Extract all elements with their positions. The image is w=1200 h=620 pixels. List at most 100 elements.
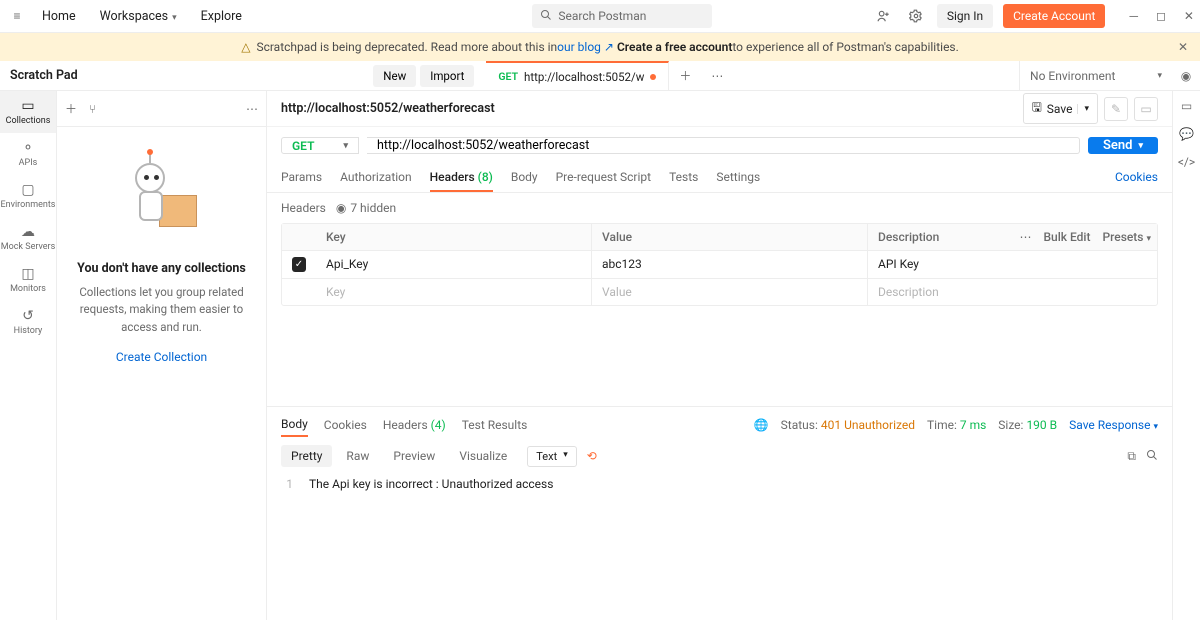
tab-headers[interactable]: Headers (8) <box>430 164 493 192</box>
create-account-button[interactable]: Create Account <box>1003 4 1105 28</box>
table-header-row: Key Value Description ⋯ Bulk Edit Preset… <box>282 224 1157 251</box>
header-desc-placeholder[interactable]: Description <box>868 279 1157 305</box>
rail-monitors[interactable]: ◫Monitors <box>0 259 56 301</box>
tab-settings[interactable]: Settings <box>716 164 760 192</box>
headers-table: Key Value Description ⋯ Bulk Edit Preset… <box>281 223 1158 306</box>
request-name: http://localhost:5052/weatherforecast <box>281 101 495 116</box>
copy-icon[interactable]: ⧉ <box>1127 449 1136 464</box>
save-response-button[interactable]: Save Response ▾ <box>1069 418 1158 432</box>
header-key[interactable]: Api_Key <box>316 251 592 278</box>
nav-workspaces[interactable]: Workspaces <box>90 5 187 28</box>
comments-rail-icon[interactable]: 💬 <box>1179 127 1194 141</box>
work-area: http://localhost:5052/weatherforecast 🖫S… <box>267 91 1172 620</box>
code-icon[interactable]: </> <box>1178 155 1195 169</box>
row-more-icon[interactable]: ⋯ <box>1019 230 1031 244</box>
settings-icon[interactable] <box>905 5 927 27</box>
import-button[interactable]: Import <box>420 65 474 87</box>
resp-tab-headers[interactable]: Headers (4) <box>383 414 446 436</box>
save-icon: 🖫 <box>1032 98 1042 119</box>
table-row-new[interactable]: Key Value Description <box>282 279 1157 305</box>
invite-icon[interactable] <box>873 5 895 27</box>
environment-select[interactable]: No Environment ▾ <box>1019 61 1172 91</box>
tab-authorization[interactable]: Authorization <box>340 164 412 192</box>
monitors-icon: ◫ <box>21 266 34 282</box>
search-placeholder: Search Postman <box>558 9 646 23</box>
scratch-pad-title: Scratch Pad <box>0 68 88 83</box>
table-row[interactable]: ✓ Api_Key abc123 API Key <box>282 251 1157 279</box>
tab-tests[interactable]: Tests <box>669 164 698 192</box>
side-panel: ＋ ⑂ ⋯ You don't have any collections Col… <box>57 91 267 620</box>
banner-text-post: to experience all of Postman's capabilit… <box>732 40 958 54</box>
environment-label: No Environment <box>1030 69 1115 83</box>
request-tab[interactable]: GET http://localhost:5052/w <box>486 61 669 91</box>
view-visualize[interactable]: Visualize <box>449 445 517 467</box>
minimize-icon[interactable]: ─ <box>1129 9 1138 23</box>
hidden-headers-toggle[interactable]: ◉7 hidden <box>336 201 396 215</box>
col-key: Key <box>316 224 592 250</box>
nav-explore[interactable]: Explore <box>191 5 252 28</box>
comments-icon[interactable]: ▭ <box>1134 97 1158 121</box>
send-button[interactable]: Send▾ <box>1088 137 1158 154</box>
banner-blog-link[interactable]: our blog ↗ <box>557 40 614 54</box>
presets-button[interactable]: Presets ▾ <box>1102 230 1151 244</box>
add-icon[interactable]: ＋ <box>65 100 77 117</box>
env-quicklook-icon[interactable]: ◉ <box>1172 69 1200 83</box>
header-value-placeholder[interactable]: Value <box>592 279 868 305</box>
format-select[interactable]: Text▾ <box>527 446 576 467</box>
new-button[interactable]: New <box>373 65 416 87</box>
search-response-icon[interactable] <box>1146 449 1158 464</box>
row-checkbox[interactable]: ✓ <box>292 257 306 272</box>
resp-tab-cookies[interactable]: Cookies <box>324 414 367 436</box>
view-pretty[interactable]: Pretty <box>281 445 332 467</box>
cookies-link[interactable]: Cookies <box>1115 170 1158 184</box>
network-icon[interactable]: 🌐 <box>754 418 769 432</box>
rail-mock[interactable]: ☁Mock Servers <box>0 217 56 259</box>
apis-icon: ⚬ <box>22 140 34 156</box>
resp-tab-body[interactable]: Body <box>281 413 308 437</box>
maximize-icon[interactable]: ◻ <box>1156 9 1166 23</box>
more-icon[interactable]: ⋯ <box>246 102 258 116</box>
filter-icon[interactable]: ⑂ <box>89 102 96 116</box>
header-value[interactable]: abc123 <box>592 251 868 278</box>
tab-method: GET <box>498 70 518 83</box>
banner-close-icon[interactable]: ✕ <box>1178 40 1188 54</box>
hamburger-icon[interactable]: ≡ <box>6 9 28 23</box>
tab-params[interactable]: Params <box>281 164 322 192</box>
chevron-down-icon: ▾ <box>1138 141 1143 151</box>
rail-collections[interactable]: ▭Collections <box>0 91 56 133</box>
view-raw[interactable]: Raw <box>336 445 379 467</box>
headers-label: Headers <box>281 201 326 215</box>
banner-text-pre: Scratchpad is being deprecated. Read mor… <box>256 40 557 54</box>
rail-history[interactable]: ↺History <box>0 301 56 343</box>
method-select[interactable]: GET▾ <box>281 137 359 154</box>
create-collection-button[interactable]: Create Collection <box>116 350 207 364</box>
nav-home[interactable]: Home <box>32 5 86 28</box>
new-tab-button[interactable]: ＋ <box>669 67 701 84</box>
topbar-right: Sign In Create Account ─ ◻ ✕ <box>873 4 1194 28</box>
sub-bar: Scratch Pad New Import GET http://localh… <box>0 61 1200 91</box>
rail-environments[interactable]: ▢Environments <box>0 175 56 217</box>
close-icon[interactable]: ✕ <box>1184 9 1194 23</box>
bulk-edit-button[interactable]: Bulk Edit <box>1043 230 1090 244</box>
banner-create-link[interactable]: Create a free account <box>617 40 732 54</box>
empty-desc: Collections let you group related reques… <box>73 284 250 336</box>
share-icon[interactable]: ✎ <box>1104 97 1128 121</box>
search-input[interactable]: Search Postman <box>532 4 712 28</box>
tab-actions-icon[interactable]: ⋯ <box>701 69 733 83</box>
header-desc[interactable]: API Key <box>868 251 1157 278</box>
chevron-down-icon[interactable]: ▾ <box>1077 104 1089 114</box>
col-value: Value <box>592 224 868 250</box>
sign-in-button[interactable]: Sign In <box>937 4 993 28</box>
environments-icon: ▢ <box>21 182 34 198</box>
docs-icon[interactable]: ▭ <box>1181 99 1192 113</box>
header-key-placeholder[interactable]: Key <box>316 279 592 305</box>
resp-tab-results[interactable]: Test Results <box>462 414 528 436</box>
save-button[interactable]: 🖫Save▾ <box>1023 93 1098 124</box>
view-preview[interactable]: Preview <box>383 445 445 467</box>
wrap-icon[interactable]: ⟲ <box>587 449 597 463</box>
url-input[interactable] <box>367 137 1080 154</box>
tab-prerequest[interactable]: Pre-request Script <box>556 164 651 192</box>
tab-body[interactable]: Body <box>511 164 538 192</box>
eye-icon: ◉ <box>336 201 346 215</box>
rail-apis[interactable]: ⚬APIs <box>0 133 56 175</box>
